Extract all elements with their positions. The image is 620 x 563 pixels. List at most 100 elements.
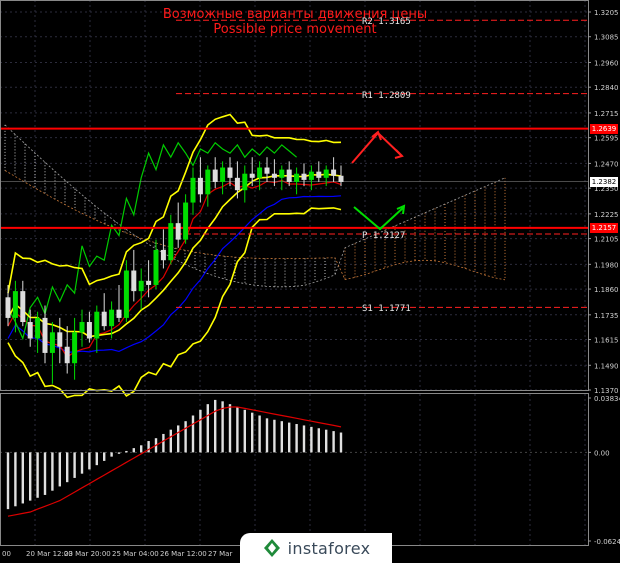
histogram-bar [6,452,10,510]
logo-text: instaforex [287,538,371,558]
histogram-bar [288,422,291,453]
histogram-bar [332,431,335,453]
level-label-r1: R1 1.2809 [362,90,411,101]
candle-body [57,332,63,347]
histogram-bar [21,452,24,504]
candle-body [242,173,248,191]
histogram-bar [132,448,135,453]
histogram-bar [295,424,298,453]
price-tick-label: 1.1735 [594,312,619,320]
candle-body [146,280,152,285]
histogram-bar [117,452,121,454]
price-chart: 1.3205 1.3085 1.2960 1.2840 1.2715 1.2595 1.24… [0,0,620,563]
candle-body [27,322,33,339]
candle-body [183,202,189,240]
candle-body [286,169,292,182]
candle-body [49,332,55,353]
level-label-s1: S1 1.1771 [362,304,411,315]
price-tick-label: 1.1370 [594,387,619,395]
candle-body [323,169,329,178]
candle-body [316,171,322,178]
histogram-bar [236,406,239,453]
candle-body [72,332,78,364]
histogram-bar [228,404,232,453]
candle-body [20,291,26,323]
candle-body [131,270,137,292]
candle-body [257,167,263,178]
time-tick-label: 00 [2,550,11,558]
current-price-badge: 1.2382 [590,176,618,187]
candle-body [264,167,270,174]
candle-body [212,169,218,182]
candle-body [331,169,337,176]
instaforex-mark-icon [263,539,280,557]
histogram-bar [103,452,106,461]
candle-body [294,173,300,182]
histogram-bar [88,452,91,470]
candle-body [220,167,226,182]
candle-body [138,280,144,292]
histogram-bar [265,418,269,453]
histogram-bar [147,441,150,453]
candle-body [42,317,48,353]
histogram-bar [310,426,313,453]
histogram-bar [206,404,209,453]
level-badge-resistance: 1.2639 [590,123,618,134]
candle-body [5,297,11,318]
histogram-bar [280,421,283,453]
time-tick-label: 27 Mar [208,550,232,558]
candle-body [197,177,203,195]
title-en: Possible price movement [213,22,377,37]
histogram-bar [325,429,328,453]
histogram-bar [251,412,254,453]
price-tick-label: 1.2960 [594,59,619,67]
candle-body [101,311,107,327]
histogram-bar [14,452,17,507]
price-tick-label: 1.2595 [594,135,619,143]
oscillator-tick-label: -0.06247 [594,538,620,546]
oscillator-tick-label: 0.00 [594,449,610,457]
candle-body [86,322,92,339]
histogram-bar [243,409,246,453]
instaforex-logo: instaforex [240,533,392,563]
histogram-bar [191,415,195,453]
candle-body [12,291,18,318]
candle-body [249,173,255,178]
price-tick-label: 1.1490 [594,362,619,370]
oscillator-tick-label: 0.03834 [594,395,620,403]
price-tick-label: 1.1980 [594,261,619,269]
price-tick-label: 1.2470 [594,160,619,168]
histogram-bar [169,429,172,453]
histogram-bar [302,425,306,453]
time-tick-label: 26 Mar 12:00 [160,550,207,558]
candle-body [308,171,314,180]
candle-body [227,167,233,178]
candle-body [35,317,41,339]
price-tick-label: 1.2105 [594,236,619,244]
histogram-bar [184,421,187,453]
candle-body [123,270,129,318]
histogram-bar [199,409,202,453]
candle-body [160,249,166,261]
level-label-r2: R2 1.3165 [362,17,411,28]
histogram-bar [177,425,180,453]
price-tick-label: 1.1615 [594,337,619,345]
time-tick-label: 23 Mar 20:00 [64,550,111,558]
histogram-bar [43,452,47,495]
candle-body [271,173,277,178]
histogram-bar [110,452,113,457]
candle-body [175,223,181,240]
candle-body [279,169,285,178]
histogram-bar [273,419,276,453]
title-ru: Возможные варианты движения цены [162,7,428,22]
price-tick-label: 1.1860 [594,286,619,294]
time-tick-label: 25 Mar 04:00 [112,550,159,558]
candle-body [64,346,70,364]
candle-body [168,223,174,261]
histogram-bar [125,450,128,453]
histogram-bar [140,445,143,453]
candle-body [116,309,122,318]
histogram-bar [214,399,217,453]
price-tick-label: 1.3085 [594,34,619,42]
level-badge-support: 1.2157 [590,222,618,233]
